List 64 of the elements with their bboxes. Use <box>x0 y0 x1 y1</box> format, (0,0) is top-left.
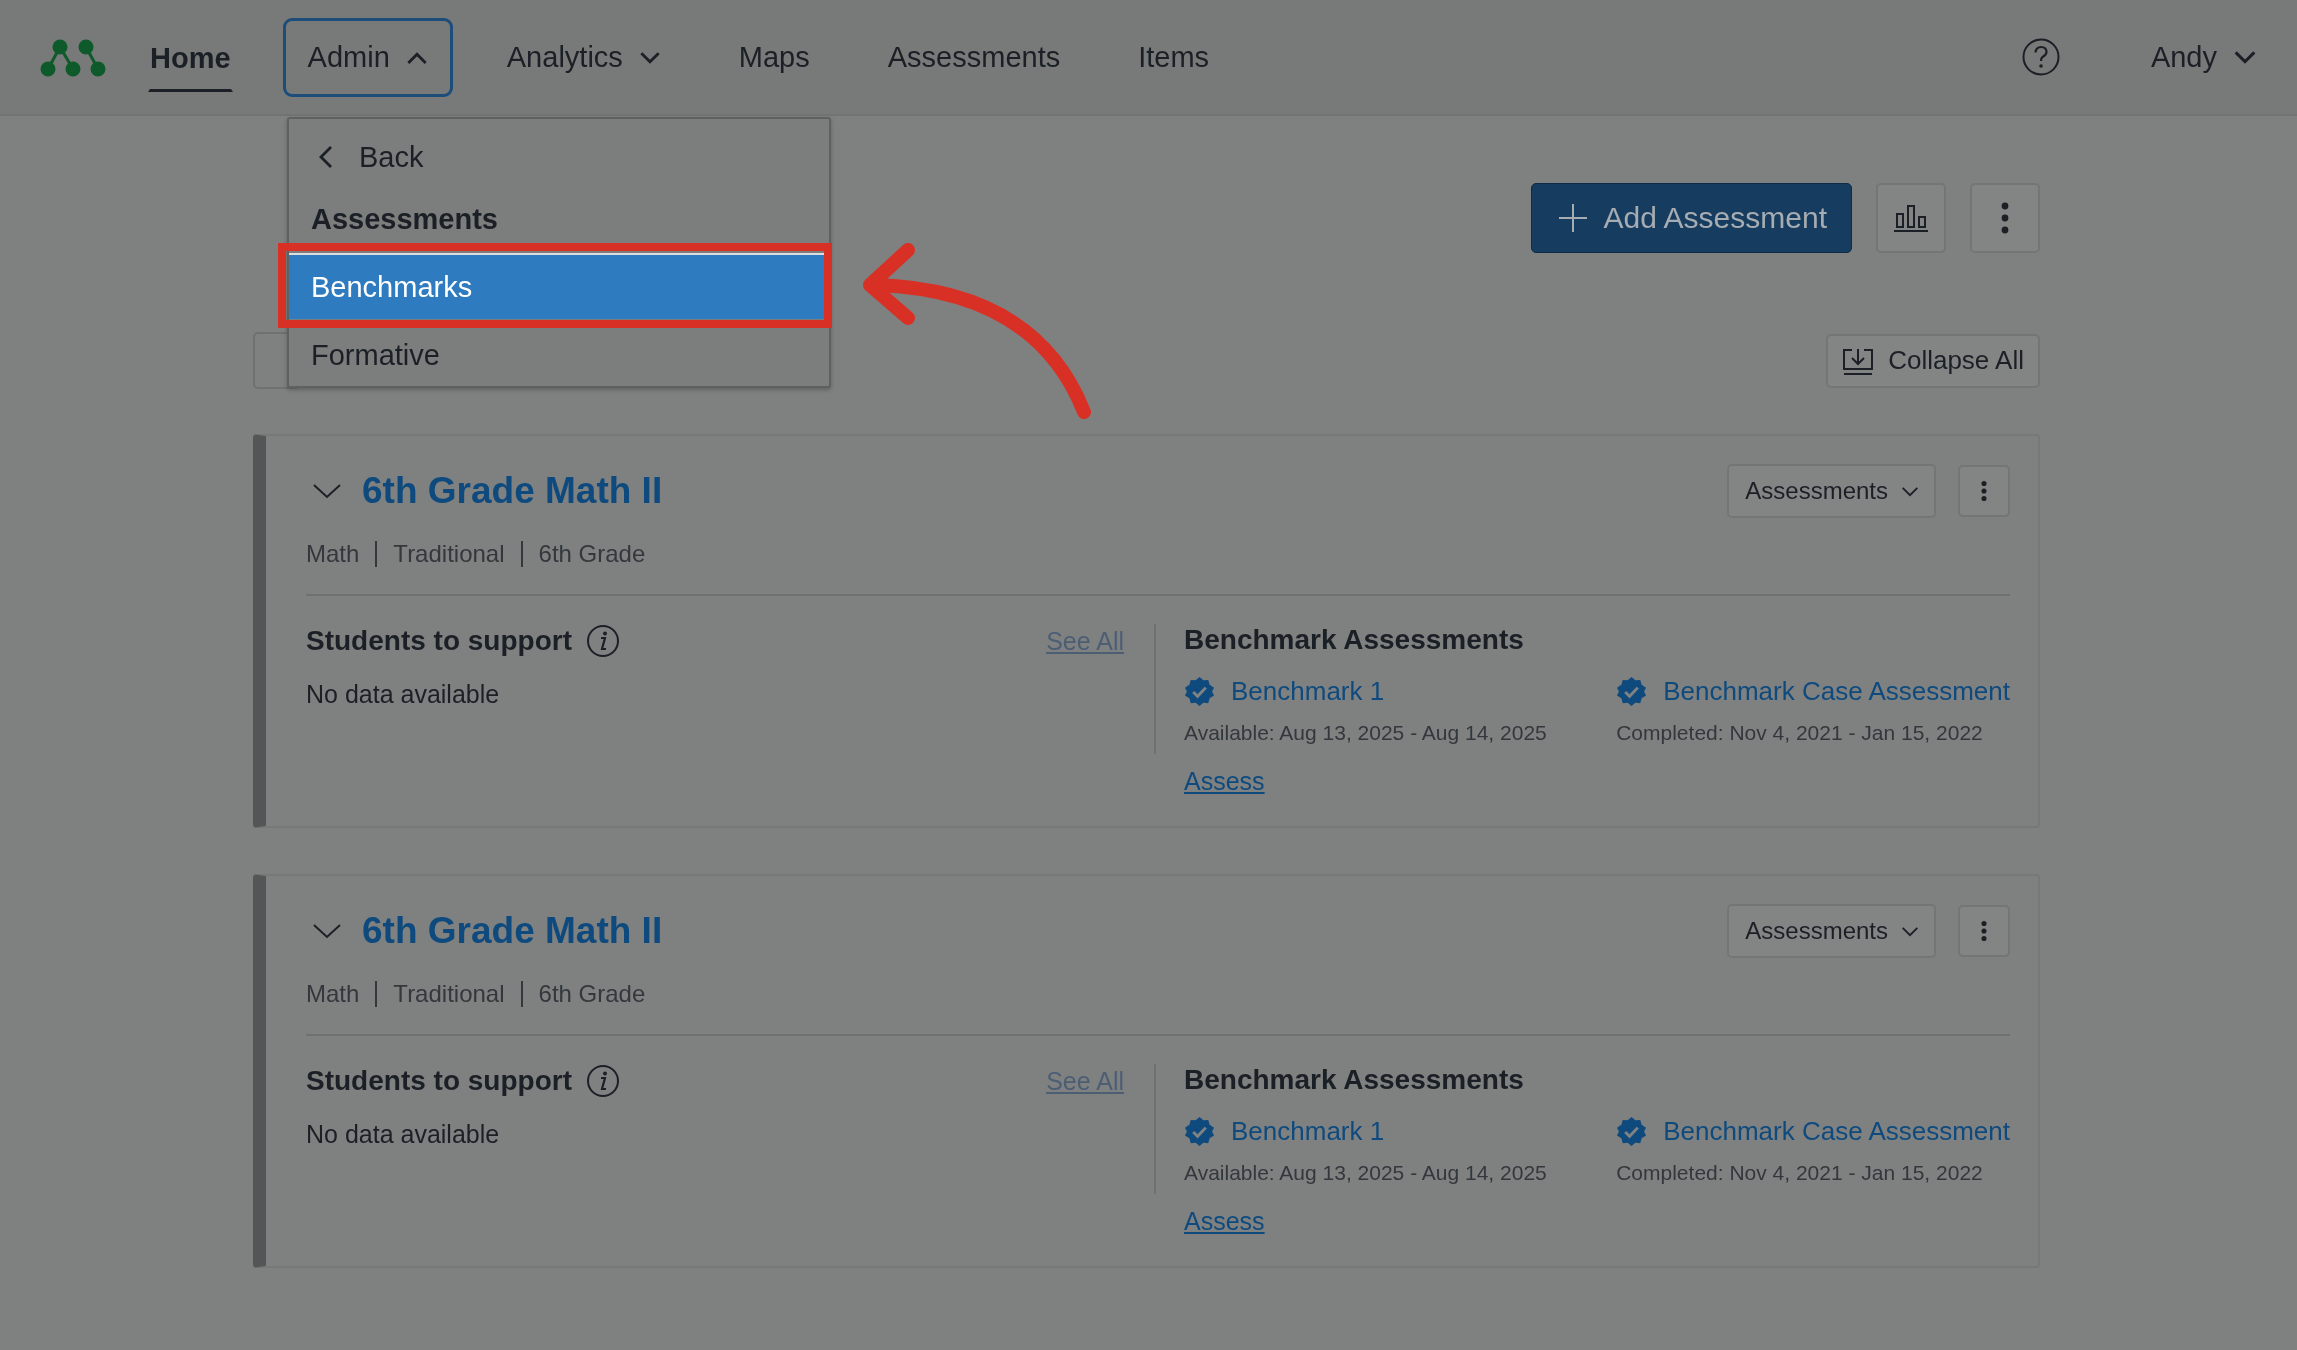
more-button[interactable] <box>1958 905 2010 957</box>
bar-chart-icon <box>1893 203 1929 233</box>
date-range: Available: Aug 13, 2025 - Aug 14, 2025 <box>1184 721 1547 745</box>
plus-icon <box>1557 203 1588 233</box>
more-button[interactable] <box>1958 465 2010 517</box>
info-icon[interactable] <box>586 1064 620 1098</box>
chevron-icon <box>2233 50 2257 64</box>
chevron-left-icon <box>319 145 333 169</box>
chevron-icon[interactable] <box>312 923 342 939</box>
course-tag: Math <box>306 980 360 1008</box>
chevron-icon <box>405 50 428 64</box>
chart-button[interactable] <box>1876 183 1946 253</box>
date-range: Completed: Nov 4, 2021 - Jan 15, 2022 <box>1616 721 1984 745</box>
course-tag: Math <box>306 540 360 568</box>
more-button[interactable] <box>1970 183 2040 253</box>
nav-menu[interactable]: Admin <box>282 17 453 97</box>
course-tag: 6th Grade <box>538 980 646 1008</box>
nav-link[interactable]: Maps <box>714 20 834 94</box>
course-tag: Traditional <box>393 540 505 568</box>
nav-link[interactable]: Assessments <box>863 20 1085 94</box>
date-range: Completed: Nov 4, 2021 - Jan 15, 2022 <box>1616 1161 1984 1185</box>
nav-link[interactable]: Home <box>148 22 233 92</box>
help-icon[interactable] <box>2020 37 2061 77</box>
section-heading: Benchmark Assessments <box>1184 1064 1525 1096</box>
course-title[interactable]: 6th Grade Math II <box>362 470 663 512</box>
more-icon <box>2001 202 2009 234</box>
chevron-icon <box>1900 485 1920 497</box>
date-range: Available: Aug 13, 2025 - Aug 14, 2025 <box>1184 1161 1547 1185</box>
info-icon[interactable] <box>586 624 620 658</box>
section-heading: Students to support <box>306 625 572 657</box>
section-heading: Students to support <box>306 1065 572 1097</box>
logo-icon <box>40 37 106 77</box>
assessments-dropdown[interactable]: Assessments <box>1727 464 1936 518</box>
menu-item[interactable]: Formative <box>289 327 829 383</box>
empty-message: No data available <box>306 1120 501 1149</box>
download-icon <box>1842 346 1875 375</box>
benchmark-link[interactable]: Benchmark Case Assessment <box>1663 676 2010 707</box>
chevron-icon <box>1900 925 1920 937</box>
verified-badge-icon <box>1184 1116 1215 1147</box>
benchmark-link[interactable]: Benchmark Case Assessment <box>1663 1116 2010 1147</box>
chevron-icon[interactable] <box>312 483 342 499</box>
assess-link[interactable]: Assess <box>1184 1207 1265 1236</box>
course-tag: 6th Grade <box>538 540 646 568</box>
chevron-icon <box>638 50 661 64</box>
verified-badge-icon <box>1616 676 1648 707</box>
nav-link[interactable]: Items <box>1114 20 1234 94</box>
benchmark-link[interactable]: Benchmark 1 <box>1231 676 1385 707</box>
user-menu[interactable]: Andy <box>2150 40 2257 74</box>
nav-menu[interactable]: Analytics <box>482 20 685 94</box>
course-tag: Traditional <box>393 980 505 1008</box>
collapse-all-button[interactable]: Collapse All <box>1826 333 2040 388</box>
assessments-dropdown[interactable]: Assessments <box>1727 904 1936 958</box>
section-heading: Benchmark Assessments <box>1184 624 1525 656</box>
menu-heading: Assessments <box>310 201 499 237</box>
add-assessment-button[interactable]: Add Assessment <box>1530 183 1852 253</box>
back-button[interactable]: Back <box>289 129 454 185</box>
verified-badge-icon <box>1184 676 1215 707</box>
empty-message: No data available <box>306 680 501 709</box>
course-title[interactable]: 6th Grade Math II <box>362 910 663 952</box>
benchmark-link[interactable]: Benchmark 1 <box>1231 1116 1385 1147</box>
assess-link[interactable]: Assess <box>1184 767 1265 796</box>
more-icon <box>1981 479 1987 503</box>
verified-badge-icon <box>1616 1116 1648 1147</box>
more-icon <box>1981 919 1987 943</box>
